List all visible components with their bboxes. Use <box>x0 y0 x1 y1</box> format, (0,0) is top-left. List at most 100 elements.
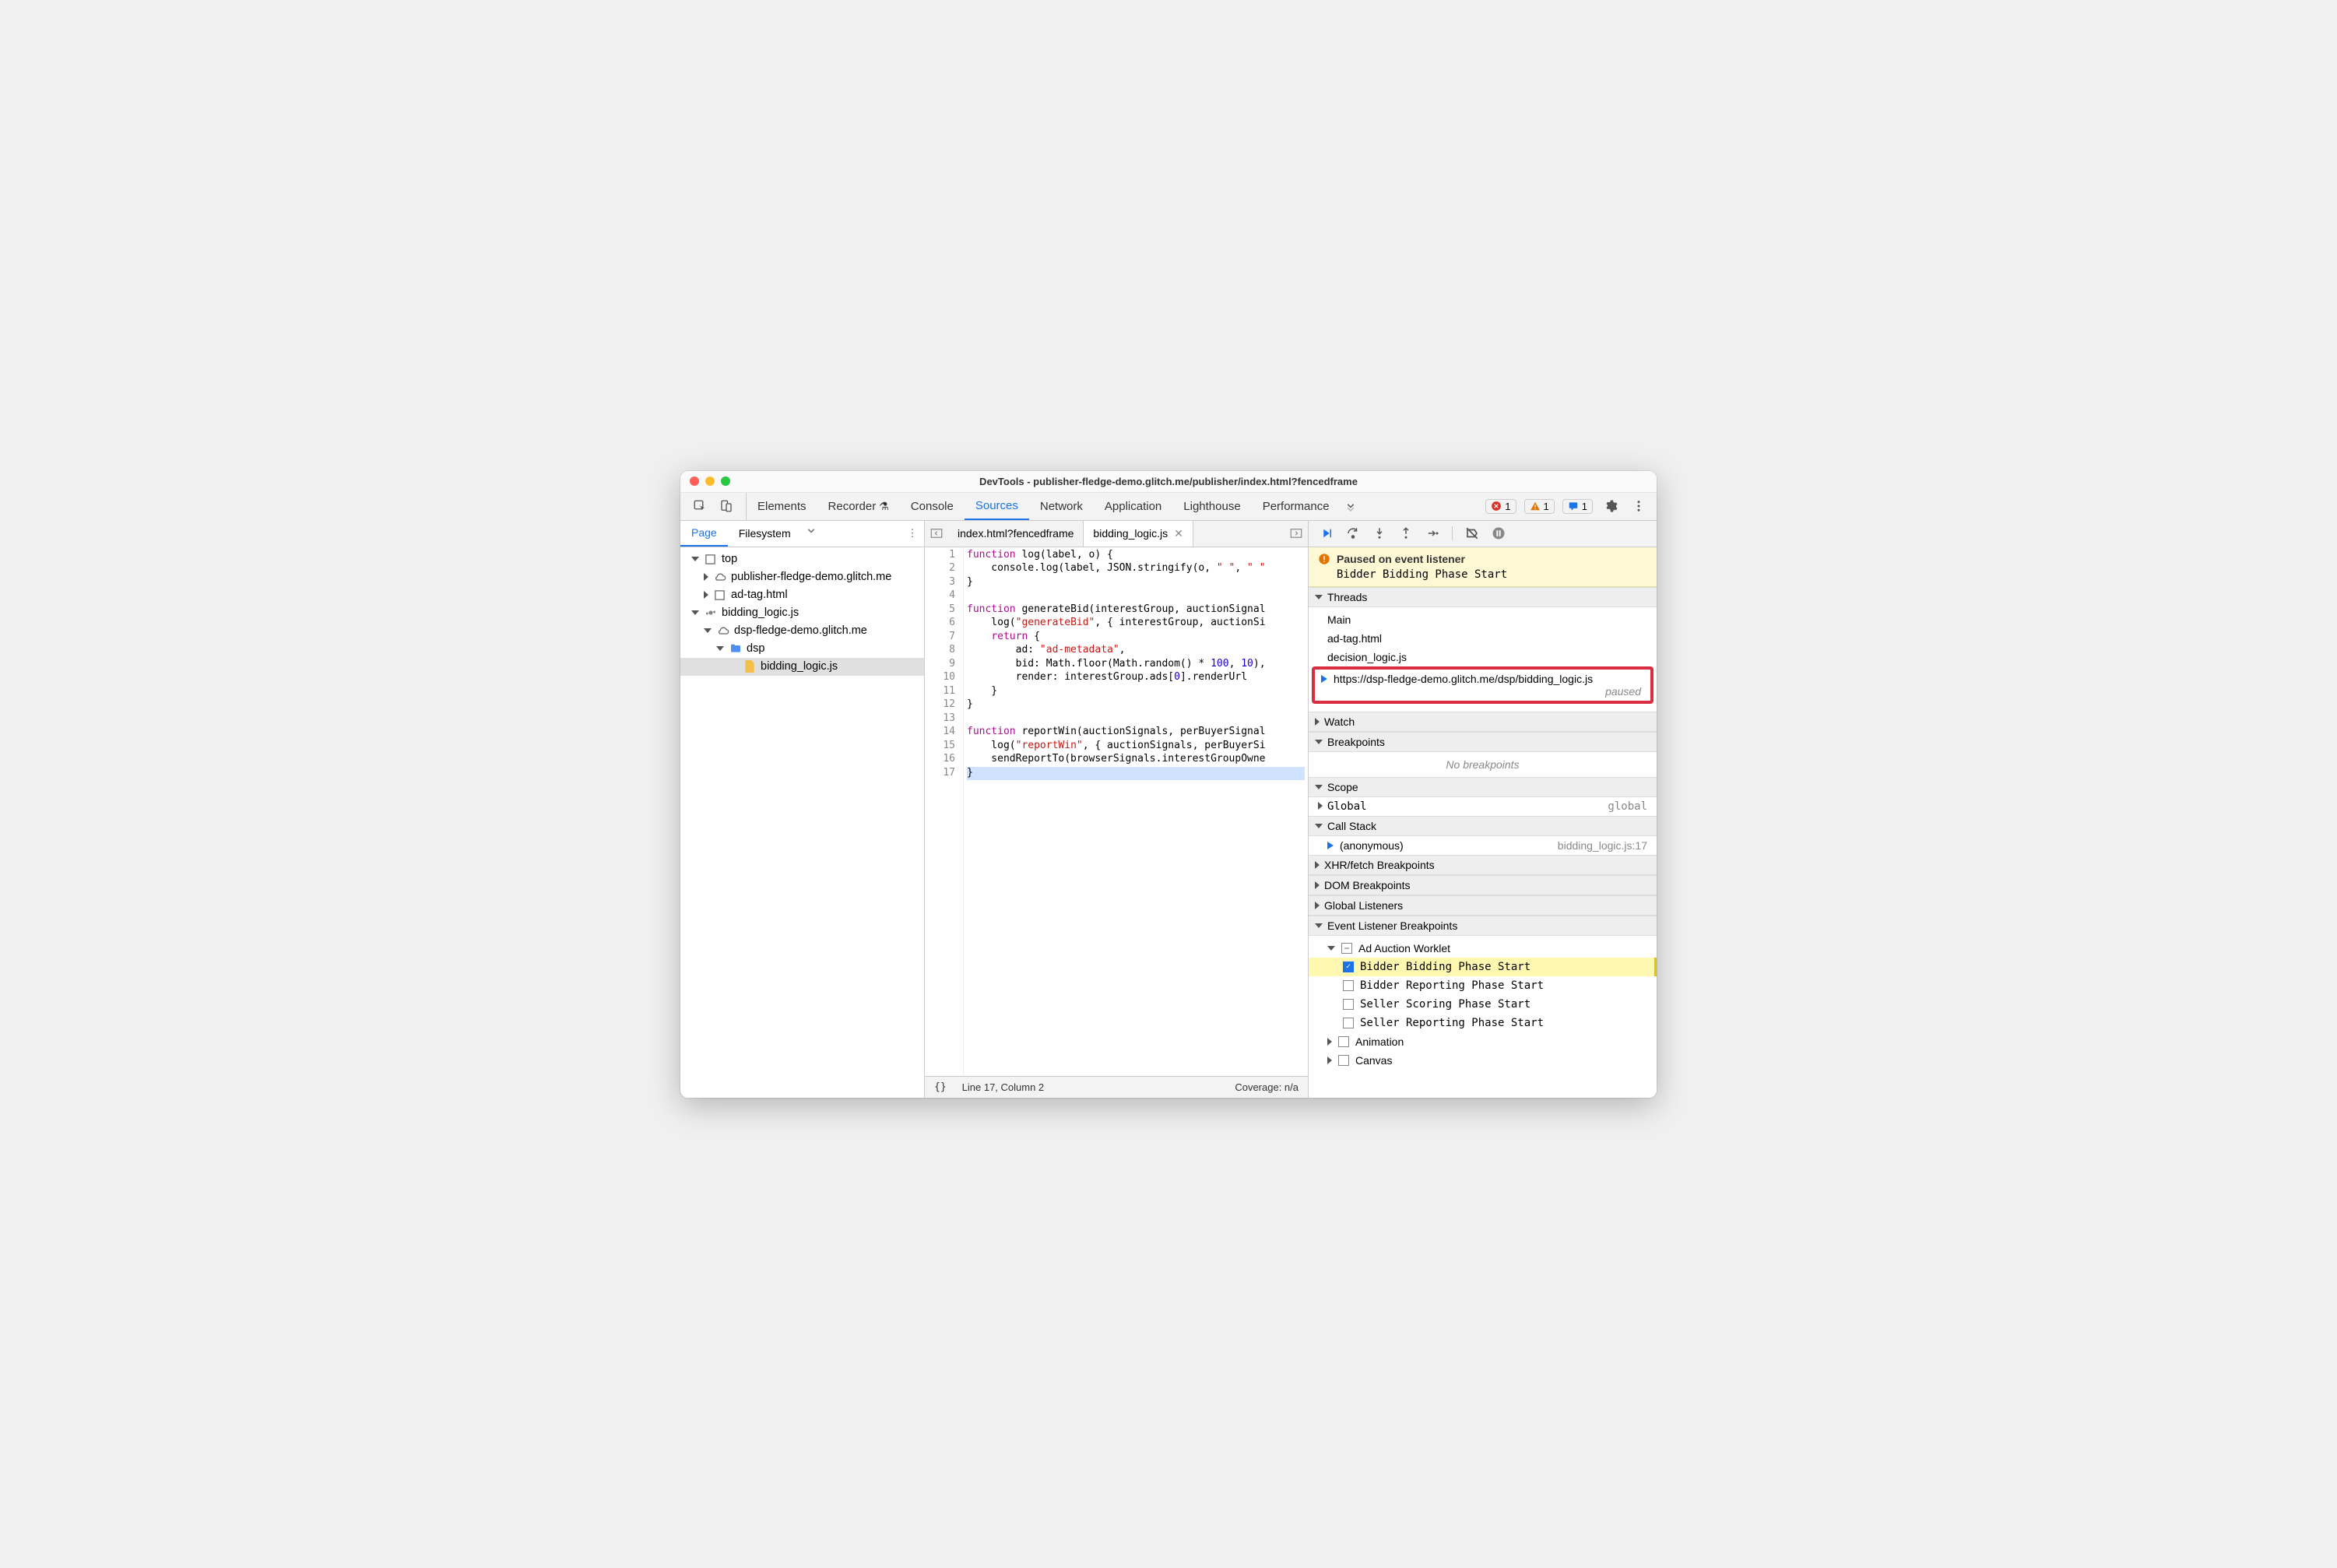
xhr-breakpoints-section-header[interactable]: XHR/fetch Breakpoints <box>1309 855 1657 875</box>
elb-seller-reporting-start[interactable]: Seller Reporting Phase Start <box>1309 1014 1657 1032</box>
thread-paused-label: paused <box>1321 685 1644 698</box>
elb-bidder-bidding-start[interactable]: Bidder Bidding Phase Start <box>1309 958 1657 976</box>
tree-top-frame[interactable]: top <box>680 550 924 568</box>
dom-breakpoints-section-header[interactable]: DOM Breakpoints <box>1309 875 1657 895</box>
section-title: Scope <box>1327 781 1358 793</box>
message-count-badge[interactable]: 1 <box>1562 499 1593 514</box>
tab-elements[interactable]: Elements <box>747 493 817 520</box>
file-tree: top publisher-fledge-demo.glitch.me ad-t… <box>680 547 924 1098</box>
section-title: XHR/fetch Breakpoints <box>1324 859 1435 871</box>
thread-main[interactable]: Main <box>1309 610 1657 629</box>
checkbox-icon[interactable] <box>1343 1018 1354 1028</box>
editor-tab-bidding[interactable]: bidding_logic.js ✕ <box>1083 521 1193 547</box>
elb-bidder-reporting-start[interactable]: Bidder Reporting Phase Start <box>1309 976 1657 995</box>
elb-seller-scoring-start[interactable]: Seller Scoring Phase Start <box>1309 995 1657 1014</box>
tree-dsp-domain[interactable]: dsp-fledge-demo.glitch.me <box>680 622 924 640</box>
window-titlebar: DevTools - publisher-fledge-demo.glitch.… <box>680 471 1657 493</box>
devtools-panel-tabs: ElementsRecorder⚗ConsoleSourcesNetworkAp… <box>747 493 1341 520</box>
tab-network[interactable]: Network <box>1029 493 1094 520</box>
global-listeners-section-header[interactable]: Global Listeners <box>1309 895 1657 916</box>
settings-icon[interactable] <box>1601 496 1621 516</box>
editor-statusbar: {} Line 17, Column 2 Coverage: n/a <box>925 1076 1308 1098</box>
checkbox-icon[interactable] <box>1343 980 1354 991</box>
zoom-window-icon[interactable] <box>721 476 730 486</box>
flask-icon: ⚗ <box>879 500 889 513</box>
event-listener-breakpoints-section-header[interactable]: Event Listener Breakpoints <box>1309 916 1657 936</box>
tree-bidding-file[interactable]: bidding_logic.js <box>680 658 924 676</box>
format-icon[interactable]: {} <box>934 1081 947 1093</box>
watch-section-header[interactable]: Watch <box>1309 712 1657 732</box>
pause-banner: Paused on event listener Bidder Bidding … <box>1309 547 1657 587</box>
step-out-icon[interactable] <box>1396 523 1416 543</box>
thread-decision[interactable]: decision_logic.js <box>1309 648 1657 666</box>
deactivate-breakpoints-icon[interactable] <box>1462 523 1482 543</box>
window-controls <box>680 476 730 486</box>
checkbox-icon[interactable] <box>1338 1055 1349 1066</box>
checkbox-checked-icon[interactable] <box>1343 962 1354 972</box>
checkbox-icon[interactable] <box>1343 999 1354 1010</box>
warning-count: 1 <box>1544 501 1549 512</box>
tree-dsp-folder[interactable]: dsp <box>680 640 924 658</box>
tab-performance[interactable]: Performance <box>1252 493 1341 520</box>
inspect-element-icon[interactable] <box>690 496 710 516</box>
step-into-icon[interactable] <box>1369 523 1390 543</box>
event-listener-breakpoints-list: Ad Auction Worklet Bidder Bidding Phase … <box>1309 936 1657 1073</box>
minimize-window-icon[interactable] <box>705 476 715 486</box>
resume-icon[interactable] <box>1316 523 1337 543</box>
tab-sources[interactable]: Sources <box>965 493 1029 520</box>
worklet-icon <box>704 606 717 620</box>
checkbox-mixed-icon[interactable] <box>1341 943 1352 954</box>
tab-recorder[interactable]: Recorder⚗ <box>817 493 900 520</box>
thread-active-url[interactable]: https://dsp-fledge-demo.glitch.me/dsp/bi… <box>1334 673 1593 685</box>
tab-page[interactable]: Page <box>680 521 728 547</box>
elb-category-canvas[interactable]: Canvas <box>1309 1051 1657 1070</box>
more-options-icon[interactable] <box>1629 496 1649 516</box>
step-over-icon[interactable] <box>1343 523 1363 543</box>
tree-label: ad-tag.html <box>731 589 788 601</box>
code-editor[interactable]: 1234567891011121314151617 function log(l… <box>925 547 1308 1076</box>
pause-on-exceptions-icon[interactable] <box>1488 523 1509 543</box>
editor-nav-forward-icon[interactable] <box>1284 521 1308 547</box>
elb-category-animation[interactable]: Animation <box>1309 1032 1657 1051</box>
threads-section-header[interactable]: Threads <box>1309 587 1657 607</box>
current-frame-arrow-icon <box>1327 842 1334 849</box>
section-title: DOM Breakpoints <box>1324 879 1410 891</box>
tree-label: bidding_logic.js <box>722 606 799 619</box>
more-navigator-tabs-icon[interactable] <box>802 521 821 541</box>
debugger-sidebar: Paused on event listener Bidder Bidding … <box>1309 521 1657 1098</box>
editor-nav-back-icon[interactable] <box>925 521 948 547</box>
tab-application[interactable]: Application <box>1094 493 1172 520</box>
more-panels-icon[interactable] <box>1341 496 1361 516</box>
coverage-status: Coverage: n/a <box>1235 1081 1299 1093</box>
tree-ad-tag-frame[interactable]: ad-tag.html <box>680 586 924 604</box>
close-window-icon[interactable] <box>690 476 699 486</box>
scope-global-row[interactable]: Global global <box>1309 797 1657 816</box>
warning-count-badge[interactable]: 1 <box>1524 499 1555 514</box>
elb-category-ad-auction[interactable]: Ad Auction Worklet <box>1309 939 1657 958</box>
tab-filesystem[interactable]: Filesystem <box>728 521 802 547</box>
section-title: Event Listener Breakpoints <box>1327 919 1457 932</box>
callstack-frame[interactable]: (anonymous) bidding_logic.js:17 <box>1309 836 1657 855</box>
frame-icon <box>713 589 726 602</box>
breakpoints-section-header[interactable]: Breakpoints <box>1309 732 1657 752</box>
tree-bidding-root[interactable]: bidding_logic.js <box>680 604 924 622</box>
scope-section-header[interactable]: Scope <box>1309 777 1657 797</box>
navigator-menu-icon[interactable]: ⋮ <box>901 521 924 547</box>
device-toggle-icon[interactable] <box>716 496 736 516</box>
tree-label: dsp-fledge-demo.glitch.me <box>734 624 867 637</box>
tree-publisher-domain[interactable]: publisher-fledge-demo.glitch.me <box>680 568 924 586</box>
thread-adtag[interactable]: ad-tag.html <box>1309 629 1657 648</box>
checkbox-icon[interactable] <box>1338 1036 1349 1047</box>
step-icon[interactable] <box>1422 523 1443 543</box>
js-file-icon <box>743 660 756 673</box>
close-tab-icon[interactable]: ✕ <box>1174 527 1183 540</box>
editor-tab-index[interactable]: index.html?fencedframe <box>948 521 1083 547</box>
tab-console[interactable]: Console <box>900 493 965 520</box>
editor-tab-label: index.html?fencedframe <box>958 527 1074 540</box>
frame-icon <box>704 553 717 566</box>
section-title: Breakpoints <box>1327 736 1385 748</box>
tab-lighthouse[interactable]: Lighthouse <box>1172 493 1251 520</box>
error-count-badge[interactable]: 1 <box>1485 499 1516 514</box>
callstack-section-header[interactable]: Call Stack <box>1309 816 1657 836</box>
section-title: Watch <box>1324 715 1355 728</box>
